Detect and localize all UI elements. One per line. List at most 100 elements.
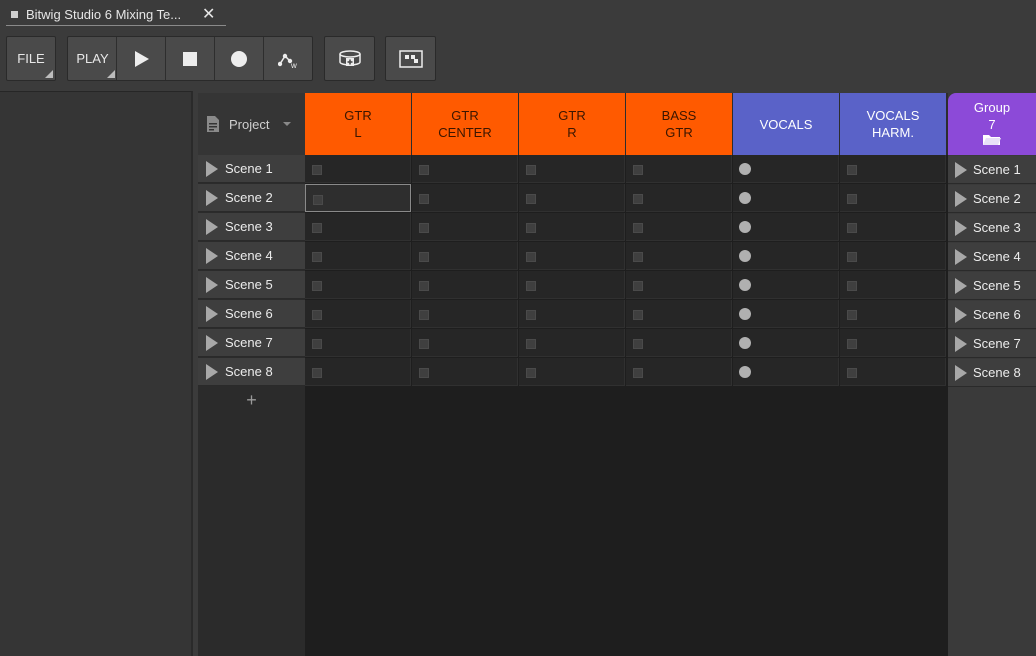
clip-slot-selected[interactable] xyxy=(305,184,411,212)
clip-slot[interactable] xyxy=(626,271,732,299)
clip-slot[interactable] xyxy=(519,155,625,183)
group-scene-play-icon[interactable] xyxy=(955,219,967,236)
track-header[interactable]: VOCALS xyxy=(733,93,839,155)
clip-slot[interactable] xyxy=(733,155,839,183)
clip-slot[interactable] xyxy=(733,358,839,386)
scene-play-icon[interactable] xyxy=(206,218,218,235)
track-header[interactable]: GTR L xyxy=(305,93,411,155)
scene-launch-row[interactable]: Scene 6 xyxy=(198,300,305,328)
scene-launch-row[interactable]: Scene 7 xyxy=(198,329,305,357)
scene-play-icon[interactable] xyxy=(206,189,218,206)
track-header[interactable]: BASS GTR xyxy=(626,93,732,155)
clip-slot[interactable] xyxy=(733,300,839,328)
stop-button[interactable] xyxy=(166,36,214,81)
clip-slot[interactable] xyxy=(519,300,625,328)
clip-slot[interactable] xyxy=(626,155,732,183)
clip-slot[interactable] xyxy=(305,358,411,386)
clip-slot[interactable] xyxy=(840,184,946,212)
clip-slot[interactable] xyxy=(840,242,946,270)
clip-slot[interactable] xyxy=(733,213,839,241)
scene-launch-row[interactable]: Scene 2 xyxy=(198,184,305,212)
clip-slot[interactable] xyxy=(626,213,732,241)
scene-launch-row[interactable]: Scene 1 xyxy=(198,155,305,183)
close-tab-icon[interactable]: ✕ xyxy=(202,6,215,23)
clip-slot[interactable] xyxy=(305,300,411,328)
clip-slot[interactable] xyxy=(305,155,411,183)
clip-slot[interactable] xyxy=(519,329,625,357)
clip-slot[interactable] xyxy=(733,329,839,357)
clip-slot[interactable] xyxy=(840,213,946,241)
scene-play-icon[interactable] xyxy=(206,276,218,293)
chevron-down-icon[interactable] xyxy=(283,122,292,126)
clip-slot[interactable] xyxy=(626,358,732,386)
clip-slot[interactable] xyxy=(840,300,946,328)
clip-slot[interactable] xyxy=(412,329,518,357)
clip-slot[interactable] xyxy=(733,184,839,212)
clip-slot[interactable] xyxy=(626,184,732,212)
clip-slot[interactable] xyxy=(840,271,946,299)
clip-slot[interactable] xyxy=(519,242,625,270)
clip-slot[interactable] xyxy=(305,213,411,241)
scene-launch-row[interactable]: Scene 4 xyxy=(198,242,305,270)
group-scene-launch-row[interactable]: Scene 7 xyxy=(948,330,1036,358)
clip-slot[interactable] xyxy=(840,155,946,183)
clip-slot[interactable] xyxy=(412,271,518,299)
group-scene-launch-row[interactable]: Scene 3 xyxy=(948,214,1036,242)
clip-slot[interactable] xyxy=(626,329,732,357)
clip-slot[interactable] xyxy=(305,242,411,270)
add-scene-button[interactable]: + xyxy=(198,389,305,411)
group-scene-play-icon[interactable] xyxy=(955,335,967,352)
clip-slot[interactable] xyxy=(626,242,732,270)
group-scene-play-icon[interactable] xyxy=(955,248,967,265)
group-scene-play-icon[interactable] xyxy=(955,190,967,207)
play-menu-button[interactable]: PLAY xyxy=(67,36,117,81)
clip-slot[interactable] xyxy=(840,358,946,386)
track-header[interactable]: VOCALS HARM. xyxy=(840,93,946,155)
clip-slot[interactable] xyxy=(412,242,518,270)
clip-slot[interactable] xyxy=(412,184,518,212)
scene-play-icon[interactable] xyxy=(206,363,218,380)
track-header[interactable]: GTR CENTER xyxy=(412,93,518,155)
clip-slot[interactable] xyxy=(733,271,839,299)
clip-slot[interactable] xyxy=(412,300,518,328)
scene-play-icon[interactable] xyxy=(206,334,218,351)
clip-slot[interactable] xyxy=(840,329,946,357)
group-scene-launch-row[interactable]: Scene 5 xyxy=(948,272,1036,300)
group-scene-launch-row[interactable]: Scene 6 xyxy=(948,301,1036,329)
grid-view-button[interactable] xyxy=(385,36,436,81)
group-scene-play-icon[interactable] xyxy=(955,364,967,381)
scene-launch-row[interactable]: Scene 3 xyxy=(198,213,305,241)
add-device-button[interactable] xyxy=(324,36,375,81)
track-header[interactable]: GTR R xyxy=(519,93,625,155)
clip-slot[interactable] xyxy=(412,213,518,241)
record-button[interactable] xyxy=(215,36,263,81)
play-button[interactable] xyxy=(117,36,165,81)
clip-slot[interactable] xyxy=(519,184,625,212)
clip-slot[interactable] xyxy=(305,329,411,357)
file-menu-button[interactable]: FILE xyxy=(6,36,56,81)
project-tab[interactable]: Bitwig Studio 6 Mixing Te... ✕ xyxy=(6,4,226,26)
clip-slot[interactable] xyxy=(519,271,625,299)
scene-launch-row[interactable]: Scene 5 xyxy=(198,271,305,299)
group-scene-launch-row[interactable]: Scene 4 xyxy=(948,243,1036,271)
clip-slot[interactable] xyxy=(305,271,411,299)
clip-slot[interactable] xyxy=(412,358,518,386)
project-header[interactable]: Project xyxy=(198,93,305,155)
clip-slot[interactable] xyxy=(412,155,518,183)
group-track-header[interactable]: Group 7 xyxy=(948,93,1036,155)
scene-launch-row[interactable]: Scene 8 xyxy=(198,358,305,386)
clip-slot[interactable] xyxy=(626,300,732,328)
clip-slot[interactable] xyxy=(519,358,625,386)
group-scene-play-icon[interactable] xyxy=(955,277,967,294)
scene-play-icon[interactable] xyxy=(206,160,218,177)
group-scene-play-icon[interactable] xyxy=(955,306,967,323)
scene-play-icon[interactable] xyxy=(206,247,218,264)
group-scene-launch-row[interactable]: Scene 2 xyxy=(948,185,1036,213)
automation-write-button[interactable]: w xyxy=(264,36,313,81)
group-scene-launch-row[interactable]: Scene 1 xyxy=(948,156,1036,184)
clip-slot[interactable] xyxy=(519,213,625,241)
scene-play-icon[interactable] xyxy=(206,305,218,322)
clip-slot[interactable] xyxy=(733,242,839,270)
group-scene-launch-row[interactable]: Scene 8 xyxy=(948,359,1036,387)
group-scene-play-icon[interactable] xyxy=(955,161,967,178)
